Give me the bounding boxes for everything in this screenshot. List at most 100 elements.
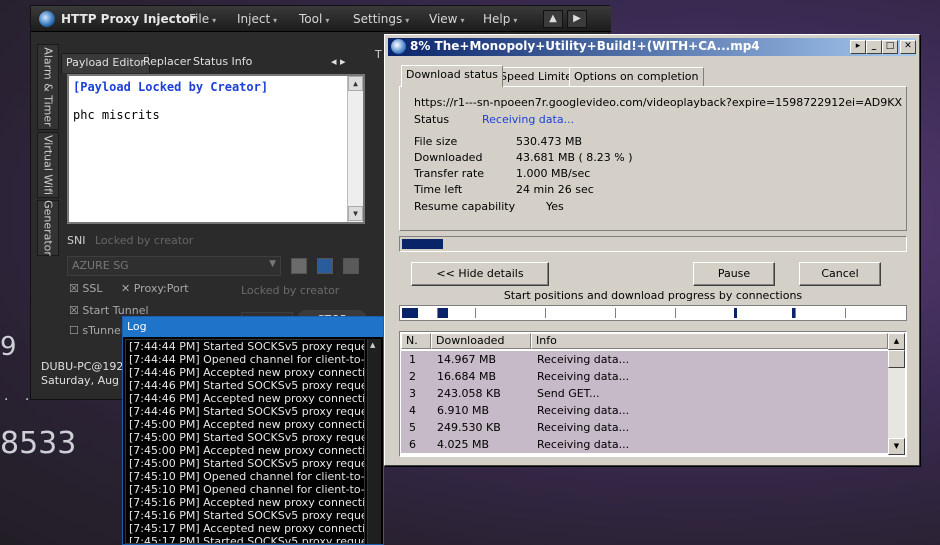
tab-options-completion[interactable]: Options on completion <box>569 67 704 87</box>
downloaded-value: 43.681 MB ( 8.23 % ) <box>516 151 633 164</box>
nav-up-button[interactable]: ▲ <box>543 10 563 28</box>
close-button[interactable]: ✕ <box>900 40 916 54</box>
chevron-down-icon: ▾ <box>273 16 278 25</box>
payload-locked-text: [Payload Locked by Creator] <box>73 80 269 94</box>
restore-button[interactable]: ▸ <box>850 40 866 54</box>
payload-content: phc miscrits <box>73 108 160 122</box>
table-row[interactable]: 6 4.025 MB Receiving data... <box>401 436 889 453</box>
log-line: [7:45:00 PM] Started SOCKSv5 proxy reque… <box>129 457 364 470</box>
hide-details-button[interactable]: << Hide details <box>411 262 549 286</box>
scroll-up-icon[interactable]: ▲ <box>348 76 363 91</box>
document-icon[interactable] <box>291 258 307 274</box>
menu-tool[interactable]: Tool ▾ <box>299 12 329 26</box>
scroll-up-icon[interactable]: ▲ <box>370 341 375 349</box>
proxy-port-field[interactable]: Locked by creator <box>241 284 339 297</box>
cancel-button[interactable]: Cancel <box>799 262 881 286</box>
connections-table[interactable]: N. Downloaded Info 1 14.967 MB Receiving… <box>399 331 907 457</box>
tab-scroll-arrows[interactable]: ◂ ▸ <box>327 53 350 73</box>
cell-n: 3 <box>409 387 416 400</box>
vtab-generator[interactable]: Generator <box>37 200 59 256</box>
download-status-panel: https://r1---sn-npoeen7r.googlevideo.com… <box>399 86 907 231</box>
menu-file[interactable]: File ▾ <box>189 12 216 26</box>
col-header-info[interactable]: Info <box>531 333 888 349</box>
tab-download-status[interactable]: Download status <box>401 65 503 87</box>
tab-status-info[interactable]: Status Info <box>189 53 256 73</box>
scroll-down-icon[interactable]: ▼ <box>348 206 363 221</box>
ssl-checkbox[interactable]: ☒ SSL <box>69 282 102 295</box>
download-titlebar[interactable]: 8% The+Monopoly+Utility+Build!+(WITH+CA.… <box>388 38 916 56</box>
table-row[interactable]: 2 16.684 MB Receiving data... <box>401 368 889 385</box>
maximize-button[interactable]: □ <box>882 40 898 54</box>
cell-n: 5 <box>409 421 416 434</box>
menu-settings[interactable]: Settings ▾ <box>353 12 409 26</box>
col-header-n[interactable]: N. <box>401 333 431 349</box>
cell-downloaded: 4.025 MB <box>437 438 490 451</box>
table-row[interactable]: 3 243.058 KB Send GET... <box>401 385 889 402</box>
col-header-downloaded[interactable]: Downloaded <box>431 333 531 349</box>
scroll-up-icon[interactable]: ▲ <box>888 333 905 350</box>
menu-help[interactable]: Help ▾ <box>483 12 517 26</box>
table-scrollbar[interactable]: ▲ ▼ <box>888 333 905 455</box>
desktop-digit: 9 <box>0 332 17 362</box>
connection-segment <box>846 308 904 318</box>
checkbox-icon: ☒ <box>69 304 83 317</box>
log-window: Log [7:44:44 PM] Started SOCKSv5 proxy r… <box>122 316 384 545</box>
table-row[interactable]: 4 6.910 MB Receiving data... <box>401 402 889 419</box>
log-line: [7:44:46 PM] Accepted new proxy connecti… <box>129 392 364 405</box>
sni-field[interactable]: Locked by creator <box>95 234 193 247</box>
vtab-alarm-timer[interactable]: Alarm & Timer <box>37 44 59 130</box>
save-icon[interactable] <box>317 258 333 274</box>
cell-downloaded: 14.967 MB <box>437 353 497 366</box>
transfer-rate-value: 1.000 MB/sec <box>516 167 591 180</box>
proxy-injector-titlebar[interactable]: HTTP Proxy Injector File ▾ Inject ▾ Tool ▾ … <box>31 6 611 32</box>
download-title: 8% The+Monopoly+Utility+Build!+(WITH+CA.… <box>410 39 760 53</box>
checkbox-icon: ☐ <box>69 324 83 337</box>
sni-label: SNI <box>67 234 86 247</box>
nav-forward-button[interactable]: ▶ <box>567 10 587 28</box>
log-line: [7:45:10 PM] Opened channel for client-t… <box>129 483 364 496</box>
pause-button[interactable]: Pause <box>693 262 775 286</box>
connection-segment <box>546 308 616 318</box>
app-logo-icon <box>39 11 55 27</box>
connection-segment <box>676 308 737 318</box>
log-title[interactable]: Log <box>123 317 383 337</box>
connection-segment <box>402 308 438 318</box>
connection-segment <box>796 308 846 318</box>
server-select[interactable]: AZURE SG ▼ <box>67 256 281 276</box>
connection-segment <box>736 308 796 318</box>
scroll-down-icon[interactable]: ▼ <box>888 438 905 455</box>
checkbox-icon: ☒ <box>69 282 83 295</box>
payload-editor[interactable]: [Payload Locked by Creator] phc miscrits… <box>67 74 365 224</box>
file-size-value: 530.473 MB <box>516 135 583 148</box>
desktop-number: 8533 <box>0 426 77 461</box>
status-host: DUBU-PC@192.1 <box>41 360 134 373</box>
chevron-down-icon: ▼ <box>269 259 276 269</box>
table-row[interactable]: 5 249.530 KB Receiving data... <box>401 419 889 436</box>
cell-n: 4 <box>409 404 416 417</box>
minimize-button[interactable]: _ <box>866 40 882 54</box>
log-body[interactable]: [7:44:44 PM] Started SOCKSv5 proxy reque… <box>125 339 365 544</box>
chevron-down-icon: ▾ <box>460 16 465 25</box>
time-left-label: Time left <box>414 183 463 196</box>
connections-progress-bar <box>399 305 907 321</box>
tab-replacer[interactable]: Replacer <box>139 53 195 73</box>
time-left-value: 24 min 26 sec <box>516 183 594 196</box>
proxy-port-checkbox[interactable]: ✕ Proxy:Port <box>121 282 189 295</box>
chevron-down-icon: ▾ <box>405 16 410 25</box>
tab-payload-editor[interactable]: Payload Editor <box>61 53 150 73</box>
scroll-thumb[interactable] <box>888 350 905 368</box>
stunnel-checkbox[interactable]: ☐ sTunnel <box>69 324 124 337</box>
cell-info: Receiving data... <box>537 404 630 417</box>
payload-scrollbar[interactable]: ▲ ▼ <box>347 76 363 222</box>
menu-inject[interactable]: Inject ▾ <box>237 12 277 26</box>
menu-view[interactable]: View ▾ <box>429 12 465 26</box>
trash-icon[interactable] <box>343 258 359 274</box>
resume-value: Yes <box>546 200 564 213</box>
download-app-icon <box>391 39 406 54</box>
cell-info: Receiving data... <box>537 370 630 383</box>
table-row[interactable]: 1 14.967 MB Receiving data... <box>401 351 889 368</box>
log-scrollbar[interactable]: ▲ <box>367 339 381 544</box>
connection-segment <box>476 308 546 318</box>
vtab-virtual-wifi[interactable]: Virtual Wifi <box>37 132 59 198</box>
cell-info: Send GET... <box>537 387 600 400</box>
